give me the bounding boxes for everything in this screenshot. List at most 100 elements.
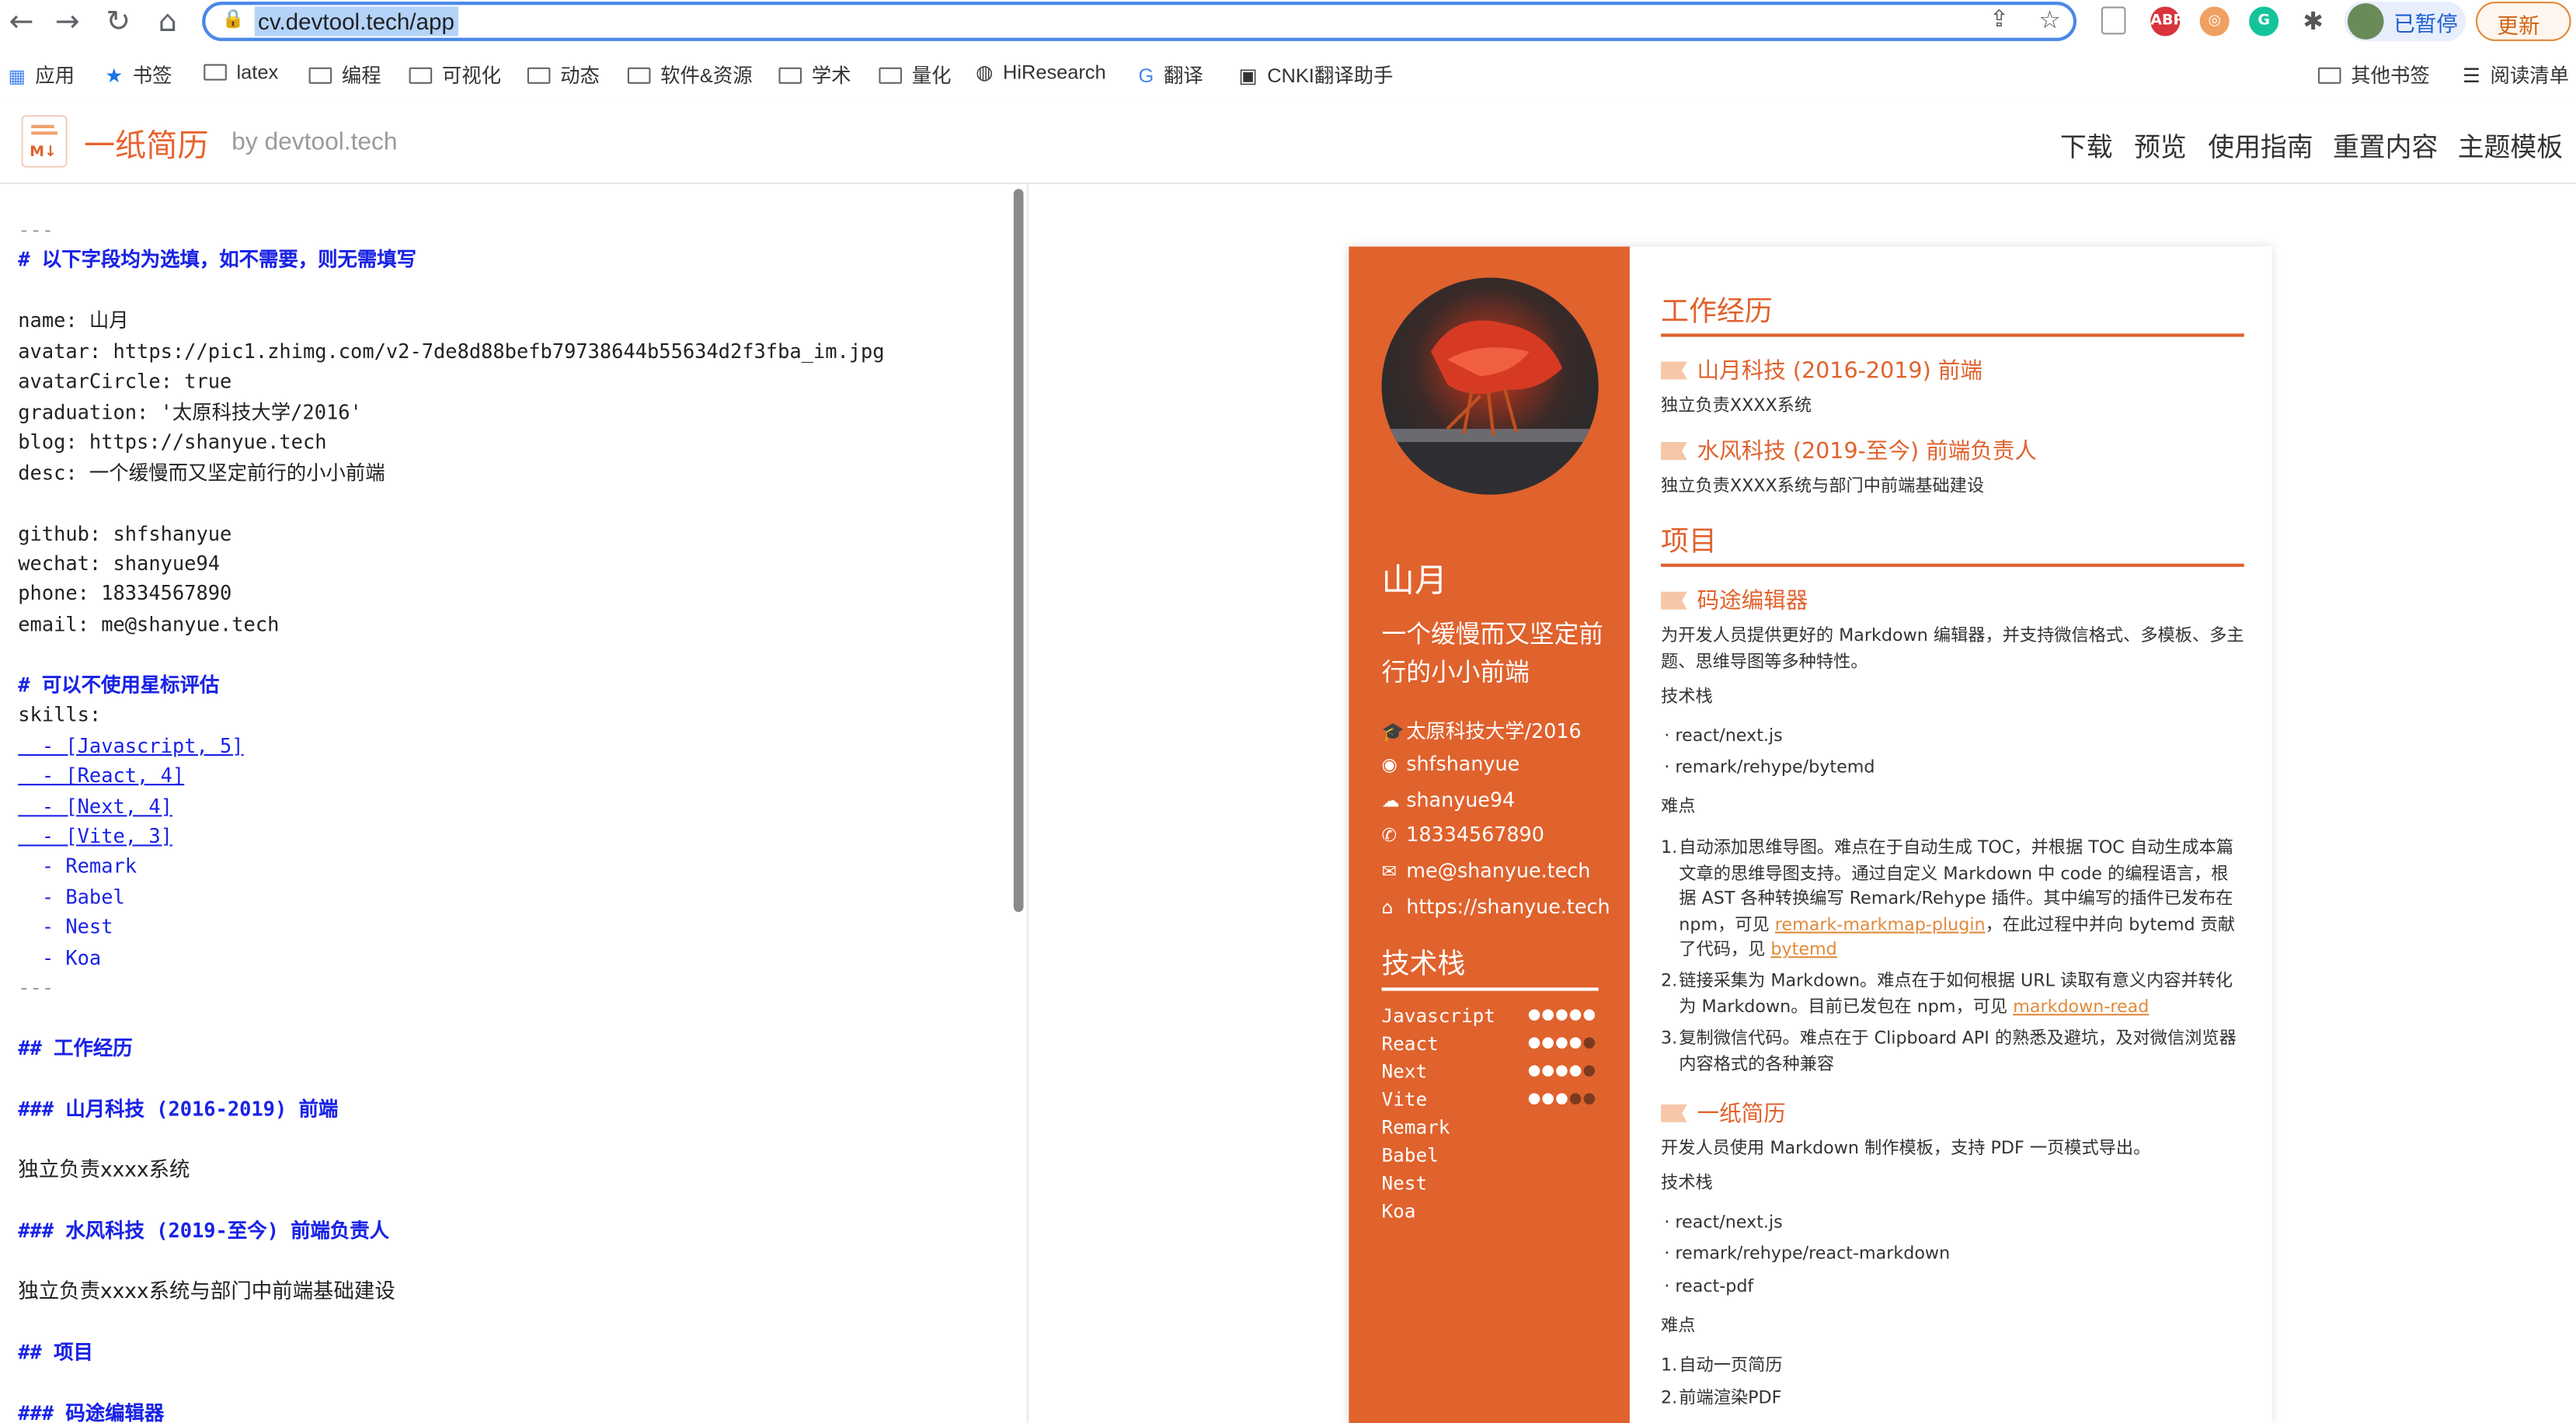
editor-line[interactable]: - Remark — [18, 854, 137, 880]
editor-line[interactable]: blog: https://shanyue.tech — [18, 429, 326, 455]
star-icon[interactable]: ☆ — [2038, 5, 2060, 34]
contact-item: ✉ me@shanyue.tech — [1382, 860, 1591, 883]
editor-line[interactable]: # 可以不使用星标评估 — [18, 672, 219, 698]
editor-line[interactable]: ## 工作经历 — [18, 1035, 132, 1062]
editor-line[interactable]: - [Next, 4] — [18, 793, 172, 819]
item-number: 3. — [1661, 1028, 1678, 1049]
forward-icon[interactable]: → — [49, 5, 85, 41]
editor-line[interactable]: graduation: '太原科技大学/2016' — [18, 398, 362, 425]
editor-line[interactable]: --- — [18, 975, 54, 1001]
extensions-icon[interactable]: ✱ — [2299, 6, 2328, 36]
stack-item-text: react/next.js — [1675, 726, 1783, 746]
bookmark-folder-academic[interactable]: 学术 — [778, 61, 851, 89]
editor-line[interactable]: name: 山月 — [18, 308, 128, 334]
remark-markmap-plugin-link[interactable]: remark-markmap-plugin — [1775, 914, 1986, 934]
section-divider — [1661, 563, 2244, 566]
bookmark-apps[interactable]: ▦ 应用 — [9, 61, 75, 89]
rss-icon[interactable]: ◎ — [2199, 6, 2230, 37]
graduation-cap-icon: 🎓 — [1381, 721, 1405, 743]
bookmark-folder-visualization[interactable]: 可视化 — [409, 61, 501, 89]
nav-reset[interactable]: 重置内容 — [2333, 125, 2438, 165]
brand-title[interactable]: 一纸简历 — [84, 122, 209, 166]
nav-download[interactable]: 下载 — [2060, 125, 2113, 165]
editor-line[interactable]: --- — [18, 217, 54, 243]
url-text[interactable]: cv.devtool.tech/app — [254, 6, 458, 37]
contact-text: https://shanyue.tech — [1406, 895, 1610, 919]
editor-line[interactable]: avatar: https://pic1.zhimg.com/v2-7de8d8… — [18, 338, 884, 364]
adblock-label: ABP — [2150, 12, 2184, 30]
editor-line[interactable]: ### 山月科技 (2016-2019) 前端 — [18, 1096, 338, 1122]
editor-line[interactable]: email: me@shanyue.tech — [18, 611, 279, 638]
editor-line[interactable]: github: shfshanyue — [18, 520, 231, 547]
bookmark-folder-software[interactable]: 软件&资源 — [627, 61, 753, 89]
project-title-text: 一纸简历 — [1697, 1101, 1786, 1128]
markdown-read-link[interactable]: markdown-read — [2013, 997, 2149, 1016]
editor-line[interactable]: desc: 一个缓慢而又坚定前行的小小前端 — [18, 459, 385, 485]
logo[interactable]: M↓ — [21, 115, 68, 168]
pane-divider[interactable] — [1026, 183, 1029, 1423]
folder-icon — [308, 67, 332, 84]
stack-label: 技术栈 — [1661, 1173, 1713, 1193]
bookmark-folder-quant[interactable]: 量化 — [879, 61, 951, 89]
markdown-editor[interactable]: --- # 以下字段均为选填，如不需要，则无需填写 name: 山月 avatar: … — [0, 184, 1018, 1423]
editor-line[interactable]: - [Javascript, 5] — [18, 732, 244, 759]
bookmark-translate[interactable]: G 翻译 — [1139, 61, 1203, 89]
editor-line[interactable]: - Koa — [18, 945, 101, 971]
rating-dot-empty: ● — [1582, 1063, 1597, 1080]
reader-icon[interactable] — [2101, 6, 2126, 35]
bytemd-link[interactable]: bytemd — [1770, 940, 1836, 959]
nav-themes[interactable]: 主题模板 — [2458, 125, 2563, 165]
update-button[interactable]: 更新 — [2475, 2, 2571, 41]
bookmark-label: 软件&资源 — [660, 64, 753, 88]
bookmark-folder-dynamic[interactable]: 动态 — [527, 61, 600, 89]
editor-line[interactable]: ### 水风科技 (2019-至今) 前端负责人 — [18, 1217, 389, 1244]
rating-dot-filled: ● — [1555, 1007, 1569, 1024]
editor-line[interactable]: - Babel — [18, 884, 125, 910]
editor-line[interactable]: 独立负责xxxx系统与部门中前端基础建设 — [18, 1278, 395, 1304]
editor-line[interactable]: - Nest — [18, 914, 113, 941]
item-body: 自动一页简历 — [1679, 1355, 1783, 1376]
stack-item: · react-pdf — [1664, 1276, 1754, 1297]
editor-line[interactable]: - [Vite, 3] — [18, 823, 172, 850]
rating-dot-empty: ● — [1582, 1035, 1597, 1052]
bookmark-hiresearch[interactable]: ◍ HiResearch — [976, 61, 1105, 84]
back-icon[interactable]: ← — [3, 5, 40, 41]
bookmark-folder-coding[interactable]: 编程 — [308, 61, 381, 89]
nav-preview[interactable]: 预览 — [2134, 125, 2187, 165]
section-divider — [1661, 333, 2244, 336]
editor-line[interactable]: ## 项目 — [18, 1338, 93, 1365]
bookmark-label: 其他书签 — [2351, 64, 2430, 88]
editor-line[interactable]: skills: — [18, 702, 101, 729]
contact-text: 18334567890 — [1406, 823, 1544, 847]
adblock-icon[interactable]: ABP — [2150, 6, 2184, 37]
project-desc: 开发人员使用 Markdown 制作模板，支持 PDF 一页模式导出。 — [1661, 1139, 2151, 1159]
editor-line[interactable]: ### 码途编辑器 — [18, 1399, 164, 1423]
job-desc: 独立负责XXXX系统与部门中前端基础建设 — [1661, 476, 1985, 496]
project-desc: 为开发人员提供更好的 Markdown 编辑器，并支持微信格式、多模板、多主题、… — [1661, 625, 2244, 672]
bookmark-folder-latex[interactable]: latex — [204, 61, 278, 84]
share-icon[interactable]: ⇪ — [1989, 6, 2009, 33]
flag-icon — [1661, 1104, 1687, 1122]
nav-guide[interactable]: 使用指南 — [2208, 125, 2313, 165]
job-title-text: 水风科技 (2019-至今) 前端负责人 — [1697, 438, 2037, 465]
editor-line[interactable]: avatarCircle: true — [18, 368, 231, 395]
address-bar[interactable]: 🔒 cv.devtool.tech/app ⇪ ☆ — [202, 2, 2077, 41]
bookmark-label: 翻译 — [1163, 64, 1203, 88]
editor-line[interactable]: phone: 18334567890 — [18, 581, 231, 607]
reload-icon[interactable]: ↻ — [100, 5, 137, 41]
bookmark-star[interactable]: ★ 书签 — [105, 61, 172, 89]
logo-line — [31, 124, 54, 129]
editor-line[interactable]: wechat: shanyue94 — [18, 551, 220, 577]
folder-icon — [627, 67, 651, 84]
bookmark-other[interactable]: 其他书签 — [2317, 61, 2430, 89]
grammarly-icon[interactable]: G — [2249, 6, 2279, 37]
job-desc: 独立负责XXXX系统 — [1661, 395, 1812, 416]
editor-line[interactable]: 独立负责xxxx系统 — [18, 1157, 190, 1183]
reading-list[interactable]: ☰ 阅读清单 — [2463, 61, 2569, 89]
editor-line[interactable]: - [React, 4] — [18, 763, 184, 789]
profile-paused-button[interactable]: 已暂停 — [2344, 2, 2466, 41]
editor-line[interactable]: # 以下字段均为选填，如不需要，则无需填写 — [18, 247, 416, 273]
bookmark-cnki[interactable]: ▣ CNKI翻译助手 — [1239, 61, 1394, 89]
home-icon[interactable]: ⌂ — [149, 5, 186, 41]
editor-scrollbar[interactable] — [1013, 189, 1024, 913]
